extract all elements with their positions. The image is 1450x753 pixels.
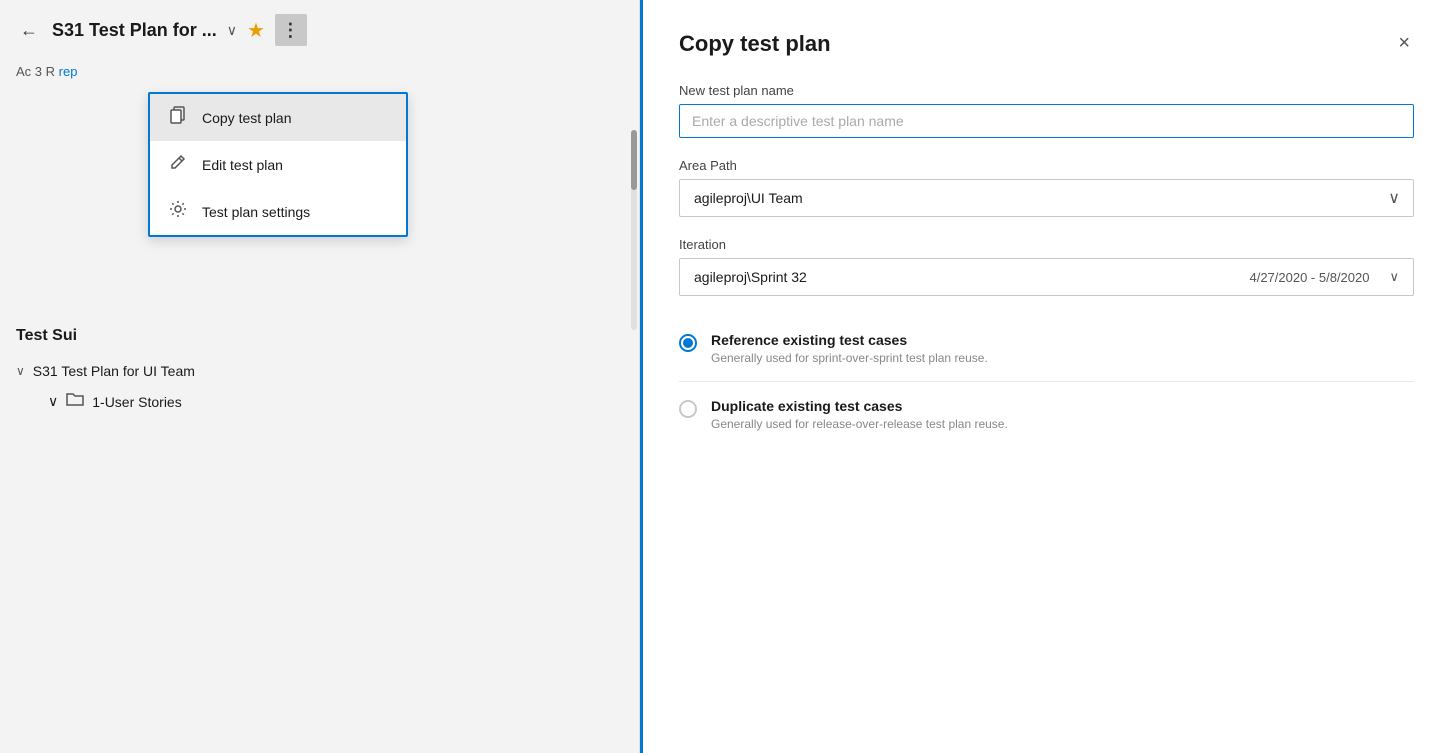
- iteration-form-group: Iteration agileproj\Sprint 32 4/27/2020 …: [679, 237, 1414, 296]
- dropdown-menu: Copy test plan Edit test plan Test plan …: [148, 92, 408, 237]
- radio-group: Reference existing test cases Generally …: [679, 316, 1414, 447]
- radio-reference-content: Reference existing test cases Generally …: [711, 332, 1414, 365]
- back-button[interactable]: ←: [16, 16, 42, 45]
- radio-reference-title: Reference existing test cases: [711, 332, 1414, 348]
- menu-copy-label: Copy test plan: [202, 110, 292, 126]
- name-form-group: New test plan name: [679, 83, 1414, 138]
- chevron-down-icon[interactable]: ∨: [227, 22, 237, 39]
- tree-chevron-icon: ∨: [16, 364, 25, 378]
- panel-header: Copy test plan ×: [679, 28, 1414, 59]
- area-path-select[interactable]: agileproj\UI Team: [679, 179, 1414, 217]
- plan-name-input[interactable]: [679, 104, 1414, 138]
- folder-icon: [66, 391, 84, 412]
- radio-item-reference[interactable]: Reference existing test cases Generally …: [679, 316, 1414, 382]
- tree-root-label: S31 Test Plan for UI Team: [33, 363, 195, 379]
- radio-duplicate-button[interactable]: [679, 400, 697, 418]
- star-icon[interactable]: ★: [247, 18, 265, 43]
- tree-header: Test Sui: [16, 327, 623, 345]
- area-path-select-wrapper: agileproj\UI Team ∨: [679, 179, 1414, 217]
- iteration-right: 4/27/2020 - 5/8/2020 ∨: [1249, 269, 1399, 285]
- sub-bar-link[interactable]: rep: [59, 64, 78, 79]
- menu-item-copy[interactable]: Copy test plan: [150, 94, 406, 141]
- iteration-value: agileproj\Sprint 32: [694, 269, 807, 285]
- area-path-form-group: Area Path agileproj\UI Team ∨: [679, 158, 1414, 217]
- tree-section: Test Sui ∨ S31 Test Plan for UI Team ∨ 1…: [0, 307, 639, 438]
- radio-duplicate-title: Duplicate existing test cases: [711, 398, 1414, 414]
- radio-reference-description: Generally used for sprint-over-sprint te…: [711, 351, 1414, 365]
- right-panel: Copy test plan × New test plan name Area…: [640, 0, 1450, 753]
- iteration-chevron-icon: ∨: [1389, 269, 1399, 285]
- copy-icon: [168, 106, 188, 129]
- edit-icon: [168, 153, 188, 176]
- sub-bar-text: Ac: [16, 64, 31, 79]
- tree-root-item[interactable]: ∨ S31 Test Plan for UI Team: [16, 357, 623, 385]
- menu-settings-label: Test plan settings: [202, 204, 310, 220]
- iteration-label: Iteration: [679, 237, 1414, 252]
- close-button[interactable]: ×: [1394, 28, 1414, 59]
- sub-bar: Ac 3 R rep: [0, 60, 639, 87]
- radio-duplicate-description: Generally used for release-over-release …: [711, 417, 1414, 431]
- scrollbar-track[interactable]: [631, 130, 637, 330]
- area-path-label: Area Path: [679, 158, 1414, 173]
- top-bar: ← S31 Test Plan for ... ∨ ★ ⋮: [0, 0, 639, 60]
- gear-icon: [168, 200, 188, 223]
- plan-title: S31 Test Plan for ...: [52, 20, 217, 41]
- tree-sub-item[interactable]: ∨ 1-User Stories: [16, 385, 623, 418]
- menu-item-settings[interactable]: Test plan settings: [150, 188, 406, 235]
- panel-title: Copy test plan: [679, 31, 831, 57]
- menu-edit-label: Edit test plan: [202, 157, 283, 173]
- radio-duplicate-content: Duplicate existing test cases Generally …: [711, 398, 1414, 431]
- name-label: New test plan name: [679, 83, 1414, 98]
- radio-reference-button[interactable]: [679, 334, 697, 352]
- radio-item-duplicate[interactable]: Duplicate existing test cases Generally …: [679, 382, 1414, 447]
- tree-sub-label: 1-User Stories: [92, 394, 181, 410]
- more-options-button[interactable]: ⋮: [275, 14, 307, 46]
- iteration-date-range: 4/27/2020 - 5/8/2020: [1249, 270, 1369, 285]
- menu-item-edit[interactable]: Edit test plan: [150, 141, 406, 188]
- tree-sub-chevron-icon: ∨: [48, 393, 58, 410]
- sub-bar-number: 3 R: [35, 64, 55, 79]
- iteration-select[interactable]: agileproj\Sprint 32 4/27/2020 - 5/8/2020…: [679, 258, 1414, 296]
- scrollbar-thumb[interactable]: [631, 130, 637, 190]
- left-panel: ← S31 Test Plan for ... ∨ ★ ⋮ Ac 3 R rep…: [0, 0, 640, 753]
